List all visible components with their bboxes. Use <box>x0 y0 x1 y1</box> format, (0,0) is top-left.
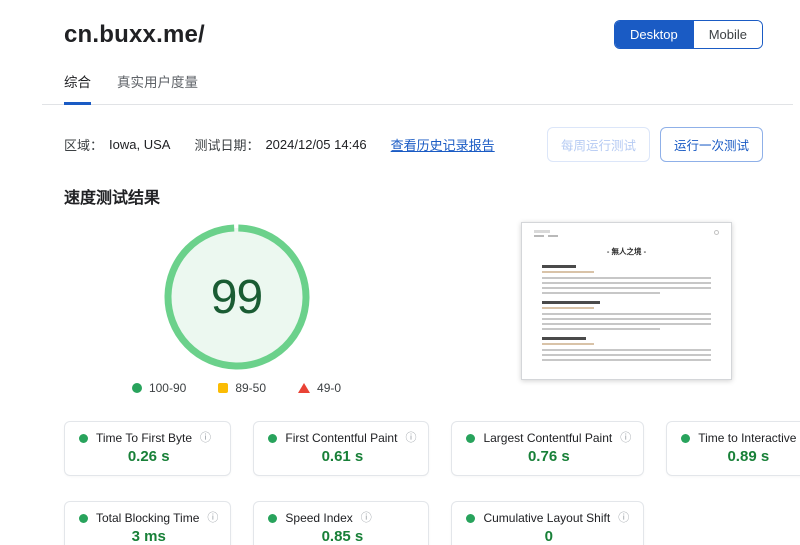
thumbnail-article <box>542 337 711 361</box>
search-icon <box>714 230 719 235</box>
green-dot-icon <box>466 433 476 443</box>
metric-card-lcp: Largest Contentful Paint 0.76 s <box>451 421 645 476</box>
legend-item-good: 100-90 <box>131 381 187 395</box>
metric-label: Largest Contentful Paint <box>483 431 613 445</box>
info-icon[interactable] <box>405 433 416 444</box>
test-actions: 每周运行测试 运行一次测试 <box>546 127 763 162</box>
metric-value: 0.26 s <box>127 448 170 465</box>
article-heading-bar <box>542 337 586 340</box>
green-dot-icon <box>79 513 88 523</box>
metric-label: First Contentful Paint <box>285 431 398 445</box>
history-report-link[interactable]: 查看历史记录报告 <box>391 135 495 154</box>
metric-card-ttfb: Time To First Byte 0.26 s <box>64 421 232 476</box>
weekly-test-button[interactable]: 每周运行测试 <box>546 127 650 162</box>
yellow-square-icon <box>218 383 229 393</box>
info-icon[interactable] <box>620 433 631 444</box>
metric-card-fcp: First Contentful Paint 0.61 s <box>253 421 430 476</box>
region-value: Iowa, USA <box>109 137 171 152</box>
text-line <box>542 282 711 284</box>
text-line <box>542 292 661 294</box>
text-line <box>542 328 661 330</box>
thumbnail-logo <box>534 230 550 233</box>
red-triangle-icon <box>298 383 311 393</box>
metric-label: Time To First Byte <box>96 431 193 445</box>
thumbnail-header <box>534 230 719 237</box>
performance-score: 99 <box>210 270 263 324</box>
green-dot-icon <box>681 433 691 443</box>
text-line <box>542 318 711 320</box>
speed-test-report-page: cn.buxx.me/ Desktop Mobile 综合 真实用户度量 区域：… <box>0 0 800 545</box>
green-dot-icon <box>466 513 476 523</box>
thumbnail-article <box>542 301 711 330</box>
text-line <box>542 277 711 279</box>
article-heading-bar <box>542 301 600 304</box>
text-line <box>542 359 711 361</box>
metric-label: Cumulative Layout Shift <box>483 511 611 525</box>
green-dot-icon <box>268 513 278 523</box>
score-gauge-block: 99 100-90 89-50 49-0 <box>64 222 409 395</box>
legend-item-poor: 49-0 <box>298 381 341 395</box>
results-area: 99 100-90 89-50 49-0 - 無人之境 - <box>64 222 763 395</box>
legend-label: 100-90 <box>148 381 187 395</box>
thumbnail-article <box>542 265 711 294</box>
metric-label: Speed Index <box>285 511 353 525</box>
desktop-toggle-button[interactable]: Desktop <box>615 21 693 48</box>
thumbnail-page-title: - 無人之境 - <box>606 247 647 257</box>
metric-card-tti: Time to Interactive 0.89 s <box>666 421 800 476</box>
article-meta-bar <box>542 271 594 273</box>
test-date-value: 2024/12/05 14:46 <box>265 137 367 152</box>
info-icon[interactable] <box>361 513 372 524</box>
section-title: 速度测试结果 <box>64 190 161 207</box>
metric-card-tbt: Total Blocking Time 3 ms <box>64 501 232 545</box>
thumbnail-nav-links <box>534 235 558 237</box>
tab-overview[interactable]: 综合 <box>64 71 91 105</box>
text-line <box>542 313 711 315</box>
article-heading-bar <box>542 265 576 268</box>
metric-card-cls: Cumulative Layout Shift 0 <box>451 501 645 545</box>
tab-real-user-metrics[interactable]: 真实用户度量 <box>117 71 198 104</box>
metric-value: 0 <box>544 528 553 545</box>
metric-value: 0.76 s <box>527 448 570 465</box>
device-toggle: Desktop Mobile <box>614 20 763 49</box>
metric-value: 0.89 s <box>727 448 770 465</box>
metric-label: Total Blocking Time <box>96 511 200 525</box>
info-row: 区域： Iowa, USA 测试日期： 2024/12/05 14:46 查看历… <box>64 127 763 162</box>
tab-bar: 综合 真实用户度量 <box>42 71 793 105</box>
page-screenshot-thumbnail: - 無人之境 - <box>521 222 732 380</box>
header: cn.buxx.me/ Desktop Mobile <box>64 20 763 49</box>
green-dot-icon <box>268 433 278 443</box>
thumbnail-nav <box>534 230 558 237</box>
score-legend: 100-90 89-50 49-0 <box>131 381 341 395</box>
article-meta-bar <box>542 343 594 345</box>
region-label: 区域： <box>64 138 104 153</box>
legend-label: 89-50 <box>235 381 267 395</box>
text-line <box>542 323 711 325</box>
green-dot-icon <box>79 433 88 443</box>
metric-label: Time to Interactive <box>698 431 797 445</box>
metric-card-speed-index: Speed Index 0.85 s <box>253 501 430 545</box>
metric-value: 0.85 s <box>321 528 364 545</box>
info-icon[interactable] <box>618 513 629 524</box>
page-title: cn.buxx.me/ <box>64 20 205 48</box>
test-info: 区域： Iowa, USA 测试日期： 2024/12/05 14:46 查看历… <box>64 135 495 154</box>
legend-item-average: 89-50 <box>218 381 266 395</box>
mobile-toggle-button[interactable]: Mobile <box>692 21 762 48</box>
metrics-grid: Time To First Byte 0.26 s First Contentf… <box>64 421 800 545</box>
text-line <box>542 349 711 351</box>
run-once-button[interactable]: 运行一次测试 <box>659 127 763 162</box>
score-gauge: 99 <box>162 222 312 372</box>
green-circle-icon <box>131 383 142 393</box>
text-line <box>542 287 711 289</box>
info-icon[interactable] <box>200 433 211 444</box>
info-icon[interactable] <box>207 513 218 524</box>
metric-value: 3 ms <box>131 528 166 545</box>
text-line <box>542 354 711 356</box>
test-date-label: 测试日期： <box>194 138 260 153</box>
article-meta-bar <box>542 307 594 309</box>
metric-value: 0.61 s <box>321 448 364 465</box>
legend-label: 49-0 <box>317 381 342 395</box>
